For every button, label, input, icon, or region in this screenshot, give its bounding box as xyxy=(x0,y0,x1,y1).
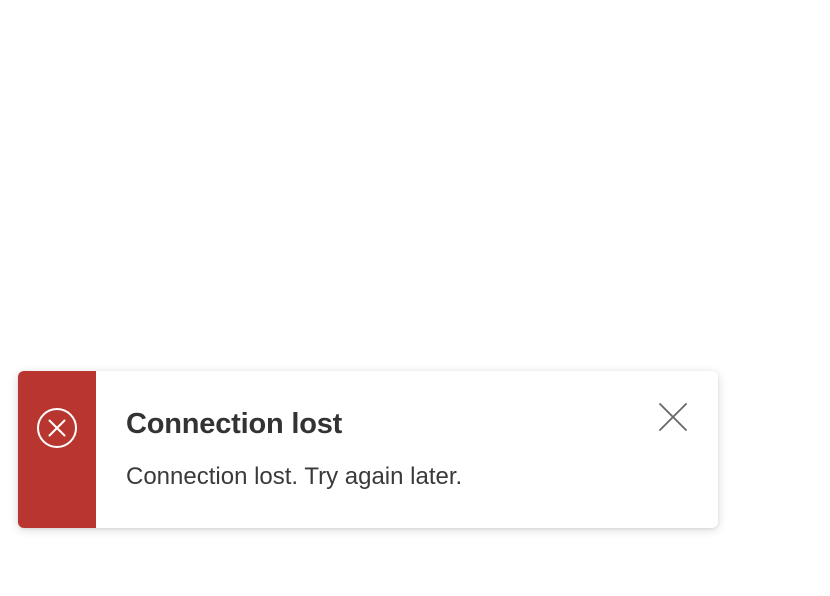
toast-accent-bar xyxy=(18,371,96,528)
page: Connection lost Connection lost. Try aga… xyxy=(0,0,830,596)
close-button[interactable] xyxy=(658,402,688,432)
toast-title: Connection lost xyxy=(126,408,343,440)
close-icon xyxy=(658,402,688,432)
error-toast: Connection lost Connection lost. Try aga… xyxy=(18,371,718,528)
error-circle-x-icon xyxy=(36,407,78,449)
toast-message: Connection lost. Try again later. xyxy=(126,463,463,490)
toast-body: Connection lost Connection lost. Try aga… xyxy=(96,371,718,528)
